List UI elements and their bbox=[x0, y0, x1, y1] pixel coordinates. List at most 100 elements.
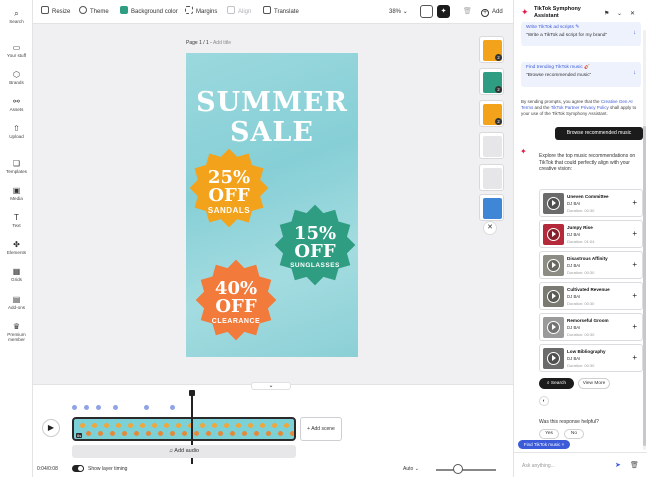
album-art[interactable] bbox=[543, 286, 564, 307]
add-track-icon[interactable]: + bbox=[632, 198, 637, 207]
zoom-value: 38% bbox=[389, 9, 402, 15]
badge-item: SANDALS bbox=[207, 206, 251, 215]
theme-label: Theme bbox=[90, 9, 109, 15]
add-track-icon[interactable]: + bbox=[632, 229, 637, 238]
keyframe-dot[interactable] bbox=[170, 405, 175, 410]
add-track-icon[interactable]: + bbox=[632, 291, 637, 300]
page-thumbnail[interactable]: 2 bbox=[479, 100, 504, 127]
rail-item-your-stuff[interactable]: ▭ Your stuff bbox=[0, 43, 33, 58]
add-track-icon[interactable]: + bbox=[632, 353, 637, 362]
symphony-logo-icon: ✦ bbox=[521, 7, 529, 17]
rail-item-label: Brands bbox=[9, 80, 24, 85]
suggestion-card[interactable]: Write TikTok ad scripts ✎ "Write a TikTo… bbox=[521, 22, 641, 46]
keyframe-dot[interactable] bbox=[72, 405, 77, 410]
rail-item-label: Upload bbox=[9, 134, 24, 139]
keyframe-dot[interactable] bbox=[84, 405, 89, 410]
rail-item-brands[interactable]: ⬡ Brands bbox=[0, 70, 33, 85]
rail-item-add-ons[interactable]: ▤ Add-ons bbox=[0, 295, 33, 310]
slider-handle[interactable] bbox=[453, 464, 463, 474]
trash-icon[interactable]: 🗑 bbox=[630, 461, 639, 469]
page-thumbnail[interactable]: 2 bbox=[479, 68, 504, 95]
page-thumbnail[interactable] bbox=[479, 194, 504, 221]
find-music-chip[interactable]: Find TikTok music × bbox=[518, 440, 570, 449]
no-button[interactable]: No bbox=[564, 429, 584, 439]
translate-button[interactable]: Translate bbox=[263, 6, 299, 18]
view-more-button[interactable]: View More bbox=[578, 378, 610, 389]
music-track-card[interactable]: Uneven Committee DJ BAI Duration: 00:30 + bbox=[539, 189, 643, 217]
search-icon: ⌕ bbox=[546, 381, 550, 386]
add-track-icon[interactable]: + bbox=[632, 322, 637, 331]
user-message: Browse recommended music bbox=[555, 127, 643, 140]
add-title-link[interactable]: Add title bbox=[213, 40, 231, 46]
rail-item-media[interactable]: ▣ Media bbox=[0, 186, 33, 201]
album-art[interactable] bbox=[543, 317, 564, 338]
zoom-select[interactable]: 38% ⌄ bbox=[389, 6, 408, 18]
music-track-card[interactable]: Jumpy Rise DJ BAI Duration: 01:04 + bbox=[539, 220, 643, 248]
music-track-card[interactable]: Low Bibliography DJ BAI Duration: 00:30 + bbox=[539, 344, 643, 372]
assistant-scrollbar[interactable] bbox=[643, 30, 646, 450]
rail-item-premium[interactable]: ♛ Premium member bbox=[0, 322, 33, 342]
page-thumbnail[interactable] bbox=[479, 132, 504, 159]
poster-page[interactable]: SUMMER SALE 25% OFF SANDALS 15% OFF SUNG… bbox=[186, 53, 358, 357]
track-frame-marker bbox=[128, 423, 133, 428]
music-track-card[interactable]: Cultivated Revenue DJ BAI Duration: 00:30 + bbox=[539, 282, 643, 310]
keyframe-dot[interactable] bbox=[113, 405, 118, 410]
yes-button[interactable]: Yes bbox=[539, 429, 559, 439]
layer-timing-toggle[interactable] bbox=[72, 465, 84, 472]
badge-sunglasses[interactable]: 15% OFF SUNGLASSES bbox=[273, 203, 357, 287]
timeline-zoom-slider[interactable] bbox=[436, 469, 496, 471]
trash-icon[interactable]: 🗑 bbox=[461, 5, 474, 18]
background-color-button[interactable]: Background color bbox=[120, 6, 178, 18]
close-icon[interactable]: ✕ bbox=[483, 221, 497, 235]
album-art[interactable] bbox=[543, 255, 564, 276]
music-track-card[interactable]: Remorseful Groom DJ BAI Duration: 00:30 + bbox=[539, 313, 643, 341]
resize-view-icon[interactable] bbox=[420, 5, 433, 18]
rail-item-assets[interactable]: ⚯ Assets bbox=[0, 97, 33, 112]
page-thumbnail[interactable] bbox=[479, 164, 504, 191]
chevron-down-icon[interactable]: ⌄ bbox=[617, 10, 622, 17]
add-scene-button[interactable]: + Add scene bbox=[300, 417, 342, 441]
music-track-card[interactable]: Disastrous Affinity DJ BAI Duration: 00:30… bbox=[539, 251, 643, 279]
chat-input[interactable] bbox=[522, 461, 608, 470]
assistant-toggle-icon[interactable]: ✦ bbox=[437, 5, 450, 18]
add-track-icon[interactable]: + bbox=[632, 260, 637, 269]
keyframe-dot[interactable] bbox=[144, 405, 149, 410]
track-frame-marker bbox=[176, 423, 181, 428]
rail-item-templates[interactable]: ❏ Templates bbox=[0, 159, 33, 174]
scrollbar-thumb[interactable] bbox=[643, 126, 646, 446]
timeline-zoom-select[interactable]: Auto ⌄ bbox=[403, 466, 419, 472]
search-label: Search bbox=[550, 381, 567, 386]
flag-icon[interactable]: ⚑ bbox=[604, 10, 609, 17]
margins-button[interactable]: Margins bbox=[185, 6, 217, 18]
album-art[interactable] bbox=[543, 348, 564, 369]
add-audio-button[interactable]: ♫ Add audio bbox=[72, 445, 296, 458]
rail-item-text[interactable]: T Text bbox=[0, 213, 33, 228]
rail-item-grids[interactable]: ▦ Grids bbox=[0, 267, 33, 282]
track-frame-marker bbox=[152, 423, 157, 428]
badge-sandals[interactable]: 25% OFF SANDALS bbox=[188, 147, 270, 229]
align-button[interactable]: Align bbox=[227, 6, 251, 18]
add-button[interactable]: + Add bbox=[481, 6, 503, 18]
play-icon: ▶ bbox=[47, 423, 55, 432]
track-frame-marker bbox=[260, 423, 265, 428]
zoom-mode-label: Auto bbox=[403, 466, 414, 472]
resize-button[interactable]: Resize bbox=[41, 6, 70, 18]
send-icon[interactable]: ➤ bbox=[615, 461, 621, 469]
scene-track[interactable]: 8s bbox=[72, 417, 296, 441]
rail-item-elements[interactable]: ✤ Elements bbox=[0, 240, 33, 255]
suggestion-card[interactable]: Find trending TikTok music 🎸 "Browse rec… bbox=[521, 62, 641, 87]
play-button[interactable]: ▶ bbox=[42, 419, 60, 437]
badge-clearance[interactable]: 40% OFF CLEARANCE bbox=[194, 258, 278, 342]
album-art[interactable] bbox=[543, 224, 564, 245]
theme-button[interactable]: Theme bbox=[79, 6, 109, 18]
close-icon[interactable]: ✕ bbox=[630, 10, 635, 17]
page-thumbnail[interactable]: 2 bbox=[479, 36, 504, 63]
privacy-link[interactable]: TikTok Partner Privacy Policy bbox=[551, 105, 609, 110]
album-art[interactable] bbox=[543, 193, 564, 214]
copy-icon[interactable]: ◐ bbox=[539, 396, 549, 406]
keyframe-dot[interactable] bbox=[96, 405, 101, 410]
search-button[interactable]: ⌕ Search bbox=[539, 378, 574, 389]
rail-item-upload[interactable]: ⇧ Upload bbox=[0, 124, 33, 139]
rail-item-search[interactable]: ⌕ Search bbox=[0, 9, 33, 24]
collapse-timeline-button[interactable]: ⌄ bbox=[251, 382, 291, 390]
